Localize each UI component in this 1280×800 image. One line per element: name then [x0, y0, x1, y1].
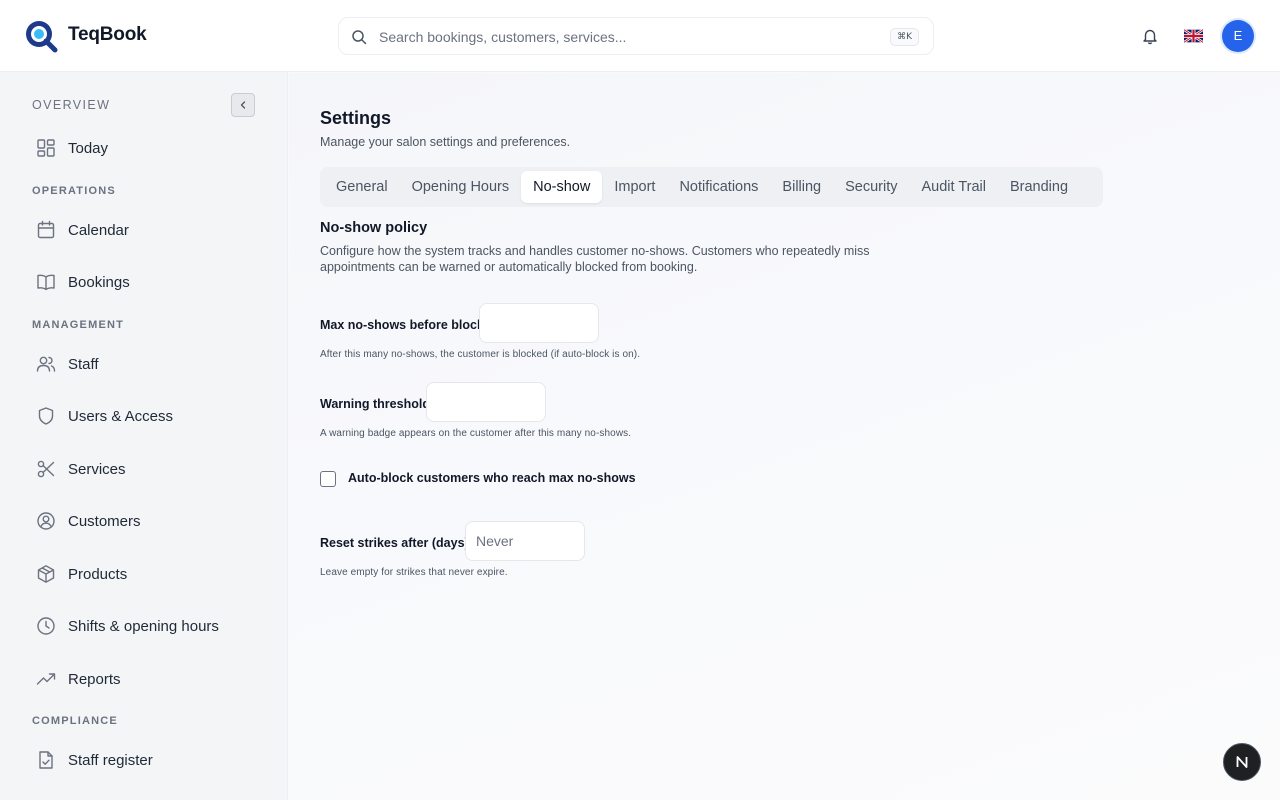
- sidebar-item-label: Staff register: [68, 751, 153, 769]
- sidebar-item-label: Services: [68, 460, 126, 478]
- settings-tabs: General Opening Hours No-show Import Not…: [320, 167, 1103, 207]
- package-icon: [37, 565, 55, 583]
- page-title: Settings: [320, 108, 392, 128]
- search-shortcut-badge: ⌘K: [890, 28, 919, 46]
- tab-no-show[interactable]: No-show: [521, 171, 603, 203]
- reset-strikes-label: Reset strikes after (days): [320, 536, 469, 550]
- sidebar-item-products[interactable]: Products: [32, 556, 272, 592]
- sidebar: OVERVIEW Today OPERATIONS Calendar Booki…: [0, 72, 288, 800]
- max-noshows-input[interactable]: [479, 303, 599, 343]
- sidebar-item-label: Customers: [68, 512, 141, 530]
- shield-icon: [38, 407, 54, 425]
- nextjs-dev-badge[interactable]: [1223, 743, 1261, 781]
- uk-flag-icon[interactable]: [1184, 29, 1203, 43]
- section-label-management: MANAGEMENT: [32, 319, 125, 331]
- page-subtitle: Manage your salon settings and preferenc…: [320, 135, 571, 149]
- section-description: Configure how the system tracks and hand…: [320, 244, 870, 274]
- reset-strikes-input[interactable]: [465, 521, 585, 561]
- sidebar-item-staff-register[interactable]: Staff register: [32, 742, 272, 778]
- sidebar-item-label: Products: [68, 565, 128, 583]
- warning-threshold-input[interactable]: [426, 382, 546, 422]
- sidebar-item-label: Calendar: [68, 221, 129, 239]
- collapse-sidebar-button[interactable]: [231, 93, 255, 117]
- tab-billing[interactable]: Billing: [770, 171, 833, 203]
- search-input[interactable]: [379, 26, 859, 48]
- teqbook-logo-icon[interactable]: [24, 19, 58, 53]
- sidebar-item-users-access[interactable]: Users & Access: [32, 398, 272, 434]
- sidebar-item-reports[interactable]: Reports: [32, 661, 272, 697]
- chevron-left-icon: [240, 101, 246, 109]
- book-icon: [37, 274, 55, 291]
- sidebar-item-label: Shifts & opening hours: [68, 617, 219, 635]
- bell-icon[interactable]: [1141, 27, 1159, 45]
- sidebar-item-staff[interactable]: Staff: [32, 346, 272, 382]
- section-label-overview: OVERVIEW: [32, 98, 111, 112]
- sidebar-item-label: Staff: [68, 355, 99, 373]
- tab-general[interactable]: General: [324, 171, 400, 203]
- global-search[interactable]: ⌘K: [338, 17, 934, 55]
- sidebar-item-shifts[interactable]: Shifts & opening hours: [32, 608, 272, 644]
- calendar-icon: [37, 220, 55, 239]
- tab-security[interactable]: Security: [833, 171, 909, 203]
- search-icon: [352, 30, 367, 45]
- trending-up-icon: [36, 673, 56, 685]
- max-noshows-label: Max no-shows before block: [320, 318, 484, 332]
- grid-icon: [37, 139, 55, 157]
- warning-threshold-hint: A warning badge appears on the customer …: [320, 428, 632, 439]
- user-circle-icon: [37, 512, 55, 530]
- tab-notifications[interactable]: Notifications: [667, 171, 770, 203]
- warning-threshold-label: Warning threshold: [320, 397, 430, 411]
- sidebar-item-today[interactable]: Today: [32, 130, 272, 166]
- tab-opening-hours[interactable]: Opening Hours: [400, 171, 522, 203]
- file-check-icon: [39, 751, 53, 769]
- tab-import[interactable]: Import: [602, 171, 667, 203]
- section-title: No-show policy: [320, 220, 428, 236]
- sidebar-item-services[interactable]: Services: [32, 451, 272, 487]
- section-label-operations: OPERATIONS: [32, 185, 116, 197]
- sidebar-item-label: Users & Access: [68, 407, 174, 425]
- sidebar-item-label: Reports: [68, 670, 121, 688]
- sidebar-item-label: Today: [68, 139, 109, 157]
- sidebar-item-bookings[interactable]: Bookings: [32, 264, 272, 300]
- top-header: TeqBook ⌘K E: [0, 0, 1280, 72]
- max-noshows-hint: After this many no-shows, the customer i…: [320, 349, 641, 360]
- main-content: Settings Manage your salon settings and …: [289, 73, 1280, 800]
- auto-block-label: Auto-block customers who reach max no-sh…: [348, 471, 636, 485]
- brand-name[interactable]: TeqBook: [68, 24, 147, 46]
- reset-strikes-hint: Leave empty for strikes that never expir…: [320, 567, 508, 578]
- sidebar-item-label: Bookings: [68, 273, 130, 291]
- sidebar-item-customers[interactable]: Customers: [32, 503, 272, 539]
- user-avatar[interactable]: E: [1222, 20, 1254, 52]
- tab-audit-trail[interactable]: Audit Trail: [910, 171, 998, 203]
- section-label-compliance: COMPLIANCE: [32, 715, 118, 727]
- sidebar-item-calendar[interactable]: Calendar: [32, 212, 272, 248]
- nextjs-n-icon: [1236, 756, 1248, 768]
- tab-branding[interactable]: Branding: [998, 171, 1080, 203]
- users-icon: [36, 356, 56, 372]
- auto-block-checkbox[interactable]: [320, 471, 336, 487]
- clock-icon: [37, 617, 55, 635]
- scissors-icon: [37, 460, 55, 478]
